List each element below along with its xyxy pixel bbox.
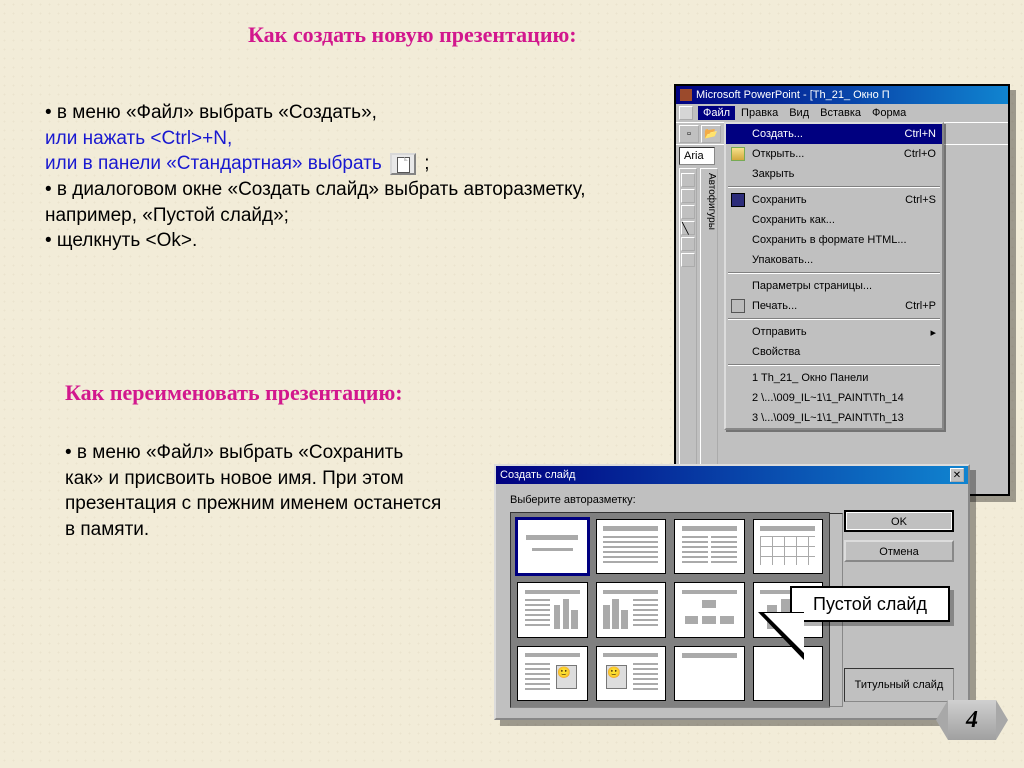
callout-blank-slide: Пустой слайд: [790, 586, 950, 622]
tool-open-icon[interactable]: 📂: [701, 125, 721, 143]
app-icon: [680, 89, 692, 101]
layout-title[interactable]: [517, 519, 588, 574]
menu-shortcut: Ctrl+P: [905, 300, 936, 312]
menu-item-label: 1 Th_21_ Окно Панели: [752, 372, 868, 384]
layout-table[interactable]: [753, 519, 824, 574]
dialog-prompt: Выберите авторазметку:: [510, 494, 636, 506]
ok-button[interactable]: OK: [844, 510, 954, 532]
menu-item-label: Свойства: [752, 346, 800, 358]
layout-two-col[interactable]: [674, 519, 745, 574]
layout-bulleted[interactable]: [596, 519, 667, 574]
menu-file[interactable]: Файл: [698, 106, 735, 120]
layout-text-clip[interactable]: 🙂: [517, 646, 588, 701]
new-document-icon: [390, 153, 416, 175]
line: • в диалоговом окне «Создать слайд» выбр…: [45, 177, 605, 228]
instructions-create: • в меню «Файл» выбрать «Создать», или н…: [45, 100, 605, 254]
menu-item[interactable]: 3 \...\009_IL~1\1_PAINT\Th_13: [726, 408, 942, 428]
menu-shortcut: Ctrl+O: [904, 148, 936, 160]
close-icon[interactable]: ✕: [950, 468, 964, 482]
menu-item-label: 3 \...\009_IL~1\1_PAINT\Th_13: [752, 412, 904, 424]
text: ;: [424, 153, 429, 174]
submenu-arrow-icon: ▸: [930, 326, 936, 339]
menu-item-label: Открыть...: [752, 148, 804, 160]
file-menu-dropdown: Создать... Ctrl+N Открыть... Ctrl+O Закрыть С…: [724, 122, 944, 430]
cancel-button[interactable]: Отмена: [844, 540, 954, 562]
menu-item[interactable]: Сохранить как...: [726, 210, 942, 230]
menu-item[interactable]: Сохранить Ctrl+S: [726, 190, 942, 210]
layout-clip-text[interactable]: 🙂: [596, 646, 667, 701]
line: • щелкнуть <Ok>.: [45, 228, 605, 254]
window-titlebar: Microsoft PowerPoint - [Th_21_ Окно П: [676, 86, 1008, 104]
menu-item-label: Сохранить как...: [752, 214, 835, 226]
drawing-toolbar: ╲: [679, 168, 697, 490]
menu-format[interactable]: Форма: [867, 106, 911, 120]
tool-line-icon[interactable]: ╲: [681, 221, 695, 235]
menu-view[interactable]: Вид: [784, 106, 814, 120]
menu-item[interactable]: 1 Th_21_ Окно Панели: [726, 368, 942, 388]
menu-edit[interactable]: Правка: [736, 106, 783, 120]
menu-item[interactable]: Отправить ▸: [726, 322, 942, 342]
menu-item-label: Упаковать...: [752, 254, 813, 266]
instructions-rename: • в меню «Файл» выбрать «Сохранить как» …: [65, 440, 445, 543]
menu-separator: [728, 272, 940, 274]
tool-icon[interactable]: [681, 237, 695, 251]
menu-item[interactable]: Открыть... Ctrl+O: [726, 144, 942, 164]
menu-item-label: Отправить: [752, 326, 807, 338]
menu-item-label: Сохранить: [752, 194, 807, 206]
menu-separator: [728, 186, 940, 188]
tool-icon[interactable]: [681, 205, 695, 219]
menu-item-label: Создать...: [752, 128, 803, 140]
autoshapes-label[interactable]: Автофигуры: [700, 168, 718, 490]
tool-icon[interactable]: [681, 253, 695, 267]
menu-item[interactable]: Свойства: [726, 342, 942, 362]
heading-rename: Как переименовать презентацию:: [65, 380, 403, 406]
line: • в меню «Файл» выбрать «Создать»,: [45, 100, 605, 126]
menu-shortcut: Ctrl+N: [905, 128, 936, 140]
line-shortcut: или нажать <Ctrl>+N,: [45, 126, 605, 152]
menu-item-label: Сохранить в формате HTML...: [752, 234, 907, 246]
text: или в панели «Стандартная» выбрать: [45, 153, 382, 174]
font-selector[interactable]: Aria: [679, 147, 715, 165]
page-number: 4: [948, 700, 996, 740]
window-title: Microsoft PowerPoint - [Th_21_ Окно П: [696, 89, 890, 101]
dialog-title: Создать слайд: [500, 469, 575, 481]
menu-item[interactable]: 2 \...\009_IL~1\1_PAINT\Th_14: [726, 388, 942, 408]
menu-item[interactable]: Параметры страницы...: [726, 276, 942, 296]
menu-item-label: 2 \...\009_IL~1\1_PAINT\Th_14: [752, 392, 904, 404]
menu-item[interactable]: Закрыть: [726, 164, 942, 184]
menu-item-label: Закрыть: [752, 168, 794, 180]
layout-caption: Титульный слайд: [844, 668, 954, 702]
heading-create: Как создать новую презентацию:: [248, 22, 577, 48]
menu-item[interactable]: Создать... Ctrl+N: [726, 124, 942, 144]
layout-chart-text[interactable]: [596, 582, 667, 637]
layout-text-chart[interactable]: [517, 582, 588, 637]
menu-shortcut: Ctrl+S: [905, 194, 936, 206]
menu-separator: [728, 364, 940, 366]
dialog-titlebar: Создать слайд ✕: [496, 466, 968, 484]
menu-insert[interactable]: Вставка: [815, 106, 866, 120]
menu-bar: Файл Правка Вид Вставка Форма: [676, 104, 1008, 122]
menu-item[interactable]: Печать... Ctrl+P: [726, 296, 942, 316]
print-icon: [731, 299, 745, 313]
menu-item[interactable]: Упаковать...: [726, 250, 942, 270]
folder-icon: [731, 147, 745, 161]
line-toolbar: или в панели «Стандартная» выбрать ;: [45, 151, 605, 177]
menu-item-label: Параметры страницы...: [752, 280, 872, 292]
tool-icon[interactable]: [681, 173, 695, 187]
layout-orgchart[interactable]: [674, 582, 745, 637]
menu-item[interactable]: Сохранить в формате HTML...: [726, 230, 942, 250]
menu-separator: [728, 318, 940, 320]
save-icon: [731, 193, 745, 207]
layout-title-only[interactable]: [674, 646, 745, 701]
layout-grid: 🙂 🙂: [510, 512, 830, 708]
tool-icon[interactable]: [681, 189, 695, 203]
doc-icon: [679, 106, 693, 120]
menu-item-label: Печать...: [752, 300, 797, 312]
tool-new-icon[interactable]: ▫: [679, 125, 699, 143]
powerpoint-window: Microsoft PowerPoint - [Th_21_ Окно П Фа…: [674, 84, 1010, 496]
